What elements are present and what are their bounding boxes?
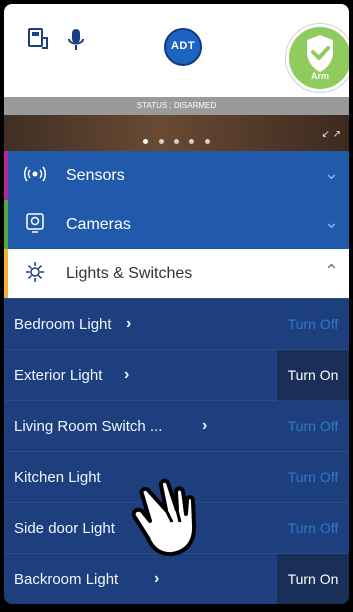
adt-logo: ADT bbox=[164, 28, 202, 66]
device-icon[interactable] bbox=[26, 26, 50, 54]
lightbulb-icon bbox=[24, 260, 46, 284]
expand-icon[interactable]: ↙ ↗ bbox=[321, 129, 341, 140]
turn-off-button[interactable]: Turn Off bbox=[277, 401, 349, 452]
device-row[interactable]: Exterior Light › Turn On bbox=[4, 349, 349, 401]
sensor-waves-icon bbox=[24, 162, 46, 186]
arm-label: Arm bbox=[310, 71, 329, 81]
category-lights-switches[interactable]: Lights & Switches ⌃ bbox=[4, 249, 349, 298]
status-bar: STATUS : DISARMED bbox=[4, 97, 349, 115]
carousel-dot[interactable] bbox=[189, 139, 195, 144]
chevron-right-icon: › bbox=[202, 417, 208, 434]
carousel-dot[interactable] bbox=[143, 139, 149, 144]
chevron-down-icon: ⌄ bbox=[323, 163, 339, 183]
app-screen: ADT Arm STATUS : DISARMED ↙ ↗ Sensors ⌄ … bbox=[4, 4, 349, 604]
category-label: Sensors bbox=[66, 167, 125, 184]
category-label: Cameras bbox=[66, 216, 131, 233]
category-cameras[interactable]: Cameras ⌄ bbox=[4, 200, 349, 249]
device-row[interactable]: Living Room Switch ... › Turn Off bbox=[4, 400, 349, 452]
chevron-right-icon: › bbox=[124, 366, 130, 383]
device-name: Exterior Light bbox=[14, 367, 103, 384]
chevron-right-icon: › bbox=[126, 315, 132, 332]
hero-carousel[interactable]: ↙ ↗ bbox=[4, 115, 349, 151]
carousel-dot[interactable] bbox=[204, 139, 210, 144]
turn-off-button[interactable]: Turn Off bbox=[277, 452, 349, 503]
microphone-icon[interactable] bbox=[64, 26, 88, 54]
carousel-dot[interactable] bbox=[174, 139, 179, 144]
chevron-down-icon: ⌄ bbox=[323, 212, 339, 232]
top-bar: ADT Arm bbox=[4, 4, 349, 97]
arm-button[interactable]: Arm bbox=[286, 24, 349, 92]
carousel-dots[interactable] bbox=[4, 131, 349, 149]
device-name: Kitchen Light bbox=[14, 469, 101, 486]
chevron-up-icon: ⌃ bbox=[323, 261, 339, 281]
device-name: Bedroom Light bbox=[14, 316, 112, 333]
turn-off-button[interactable]: Turn Off bbox=[277, 299, 349, 350]
turn-on-button[interactable]: Turn On bbox=[277, 350, 349, 401]
device-name: Backroom Light bbox=[14, 571, 119, 588]
camera-icon bbox=[24, 211, 46, 235]
pointer-hand-icon bbox=[131, 474, 204, 566]
carousel-dot[interactable] bbox=[158, 139, 164, 144]
device-name: Side door Light bbox=[14, 520, 115, 537]
cameras-accent bbox=[4, 200, 8, 249]
lights-accent bbox=[4, 249, 8, 298]
chevron-right-icon: › bbox=[154, 570, 160, 587]
turn-off-button[interactable]: Turn Off bbox=[277, 503, 349, 554]
device-name: Living Room Switch ... bbox=[14, 418, 163, 435]
sensors-accent bbox=[4, 151, 8, 200]
category-label: Lights & Switches bbox=[66, 265, 193, 282]
turn-on-button[interactable]: Turn On bbox=[277, 554, 349, 604]
device-row[interactable]: Bedroom Light › Turn Off bbox=[4, 298, 349, 350]
category-sensors[interactable]: Sensors ⌄ bbox=[4, 151, 349, 200]
